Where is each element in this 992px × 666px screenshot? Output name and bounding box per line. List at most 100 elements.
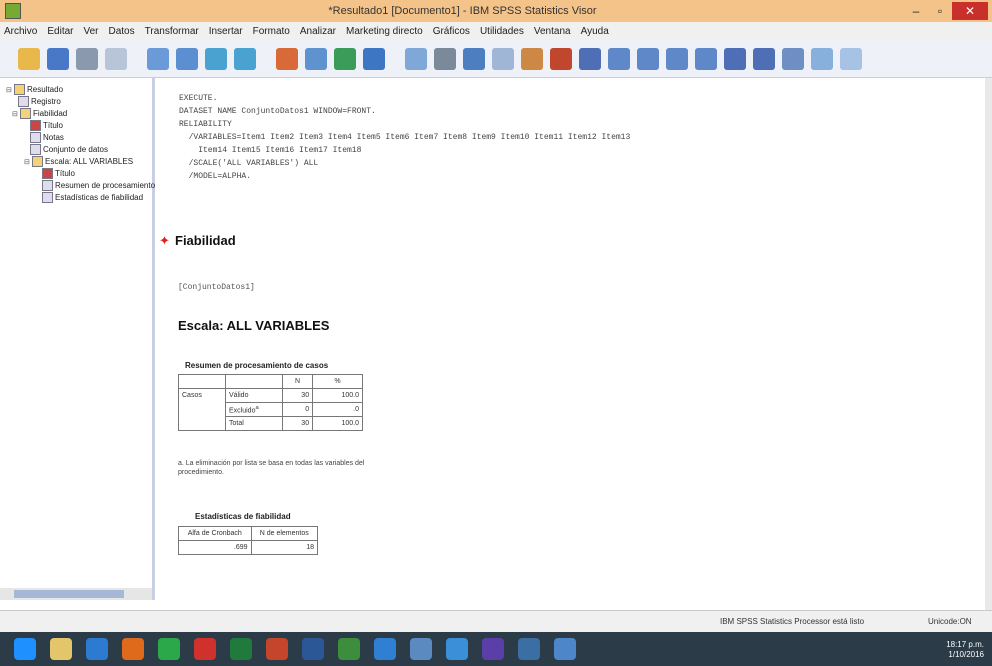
syntax-line: RELIABILITY	[179, 120, 232, 129]
collapse-icon[interactable]: ⊟	[24, 158, 30, 166]
cell-n-items: 18	[250, 540, 318, 555]
reliability-statistics-table[interactable]: Alfa de Cronbach N de elementos .699 18	[178, 526, 318, 555]
windows-start-icon[interactable]	[14, 638, 36, 660]
tree-node-titulo[interactable]: Título	[30, 120, 63, 131]
scale-heading[interactable]: Escala: ALL VARIABLES	[178, 318, 329, 333]
tree-label: Título	[55, 169, 76, 178]
title-bar: *Resultado1 [Documento1] - IBM SPSS Stat…	[0, 0, 992, 22]
system-tray-clock[interactable]: 18:17 p.m. 1/10/2016	[946, 640, 984, 660]
insert-text-icon[interactable]	[521, 47, 543, 70]
redo-icon[interactable]	[234, 47, 256, 70]
footnote-marker: a	[255, 404, 259, 411]
outlook-icon[interactable]	[374, 638, 396, 660]
chart-icon[interactable]	[811, 47, 833, 70]
windows-taskbar: 18:17 p.m. 1/10/2016	[0, 632, 992, 666]
menu-ver[interactable]: Ver	[83, 26, 98, 37]
print-icon[interactable]	[76, 47, 98, 70]
section-heading-fiabilidad[interactable]: Fiabilidad	[175, 233, 236, 248]
table-row: Total 30 100.0	[178, 416, 363, 431]
open-folder-icon[interactable]	[18, 47, 40, 70]
tree-node-escala-titulo[interactable]: Título	[42, 168, 75, 179]
demote-arrow-right-icon[interactable]	[637, 47, 659, 70]
spss-taskbar-icon[interactable]	[554, 638, 576, 660]
recall-dialog-icon[interactable]	[176, 47, 198, 70]
show-all-variables-icon[interactable]	[434, 47, 456, 70]
close-button[interactable]: ✕	[952, 2, 988, 20]
power-app-icon[interactable]	[194, 638, 216, 660]
variables-icon[interactable]	[363, 47, 385, 70]
insert-page-break-icon[interactable]	[550, 47, 572, 70]
cell-n: 0	[281, 402, 314, 417]
row-label: Total	[225, 416, 283, 431]
tree-label: Resultado	[27, 85, 64, 94]
active-item-arrow-icon: ✦	[159, 233, 170, 248]
collapse-icon[interactable]: ⊟	[6, 86, 12, 94]
maximize-button[interactable]: ▫	[928, 2, 952, 20]
spss-app-icon[interactable]	[5, 3, 21, 19]
menu-ayuda[interactable]: Ayuda	[581, 26, 609, 37]
insert-title-icon[interactable]	[492, 47, 514, 70]
menu-transformar[interactable]: Transformar	[145, 26, 199, 37]
menu-marketing-directo[interactable]: Marketing directo	[346, 26, 423, 37]
internet-explorer-icon[interactable]	[86, 638, 108, 660]
search-app-icon[interactable]	[446, 638, 468, 660]
insert-heading-icon[interactable]	[463, 47, 485, 70]
goto-data-icon[interactable]	[276, 47, 298, 70]
collapse-icon[interactable]: ⊟	[12, 110, 18, 118]
tree-node-resultado[interactable]: ⊟ Resultado	[6, 84, 63, 95]
tree-node-escala[interactable]: ⊟ Escala: ALL VARIABLES	[24, 156, 133, 167]
spell-check-icon[interactable]	[782, 47, 804, 70]
collapse-minus-icon[interactable]	[695, 47, 717, 70]
tree-node-registro[interactable]: Registro	[18, 96, 61, 107]
media-player-icon[interactable]	[518, 638, 540, 660]
tree-node-conjunto-de-datos[interactable]: Conjunto de datos	[30, 144, 108, 155]
unicode-status: Unicode:ON	[928, 617, 972, 626]
show-icon[interactable]	[724, 47, 746, 70]
undo-icon[interactable]	[205, 47, 227, 70]
promote-arrow-left-icon[interactable]	[608, 47, 630, 70]
menu-analizar[interactable]: Analizar	[300, 26, 336, 37]
word-icon[interactable]	[302, 638, 324, 660]
dataset-icon	[30, 144, 41, 155]
excel-icon[interactable]	[230, 638, 252, 660]
powerpoint-icon[interactable]	[266, 638, 288, 660]
outline-pane: ⊟ Resultado Registro ⊟ Fiabilidad Título…	[0, 78, 189, 600]
menu-utilidades[interactable]: Utilidades	[480, 26, 524, 37]
case-processing-summary-table[interactable]: N % Casos Válido 30 100.0 Excluidoa 0 .0…	[178, 374, 363, 431]
menu-archivo[interactable]: Archivo	[4, 26, 37, 37]
chrome-icon[interactable]	[158, 638, 180, 660]
menu-formato[interactable]: Formato	[253, 26, 290, 37]
hide-icon[interactable]	[753, 47, 775, 70]
output-book-icon	[20, 108, 31, 119]
menu-editar[interactable]: Editar	[47, 26, 73, 37]
print-preview-icon[interactable]	[105, 47, 127, 70]
syntax-line: /SCALE('ALL VARIABLES') ALL	[179, 159, 319, 168]
spreadsheet-app-icon[interactable]	[338, 638, 360, 660]
outline-horizontal-scrollbar[interactable]	[0, 588, 152, 600]
menu-bar: Archivo Editar Ver Datos Transformar Ins…	[0, 22, 992, 40]
tree-node-notas[interactable]: Notas	[30, 132, 64, 143]
designate-window-icon[interactable]	[579, 47, 601, 70]
tree-node-estadisticas[interactable]: Estadísticas de fiabilidad	[42, 192, 143, 203]
column-header-n-items: N de elementos	[250, 526, 318, 541]
content-vertical-scrollbar[interactable]	[985, 78, 992, 610]
file-explorer-icon[interactable]	[50, 638, 72, 660]
firefox-icon[interactable]	[122, 638, 144, 660]
minimize-button[interactable]: –	[904, 2, 928, 20]
menu-insertar[interactable]: Insertar	[209, 26, 243, 37]
export-icon[interactable]	[147, 47, 169, 70]
goto-case-icon[interactable]	[305, 47, 327, 70]
document-app-icon[interactable]	[410, 638, 432, 660]
menu-ventana[interactable]: Ventana	[534, 26, 571, 37]
goto-variable-icon[interactable]	[334, 47, 356, 70]
tree-node-fiabilidad[interactable]: ⊟ Fiabilidad	[12, 108, 67, 119]
use-variable-sets-icon[interactable]	[405, 47, 427, 70]
bookmark-icon[interactable]	[840, 47, 862, 70]
menu-graficos[interactable]: Gráficos	[433, 26, 470, 37]
tree-label: Título	[43, 121, 64, 130]
onenote-icon[interactable]	[482, 638, 504, 660]
expand-plus-icon[interactable]	[666, 47, 688, 70]
save-icon[interactable]	[47, 47, 69, 70]
menu-datos[interactable]: Datos	[109, 26, 135, 37]
scrollbar-thumb[interactable]	[14, 590, 124, 598]
